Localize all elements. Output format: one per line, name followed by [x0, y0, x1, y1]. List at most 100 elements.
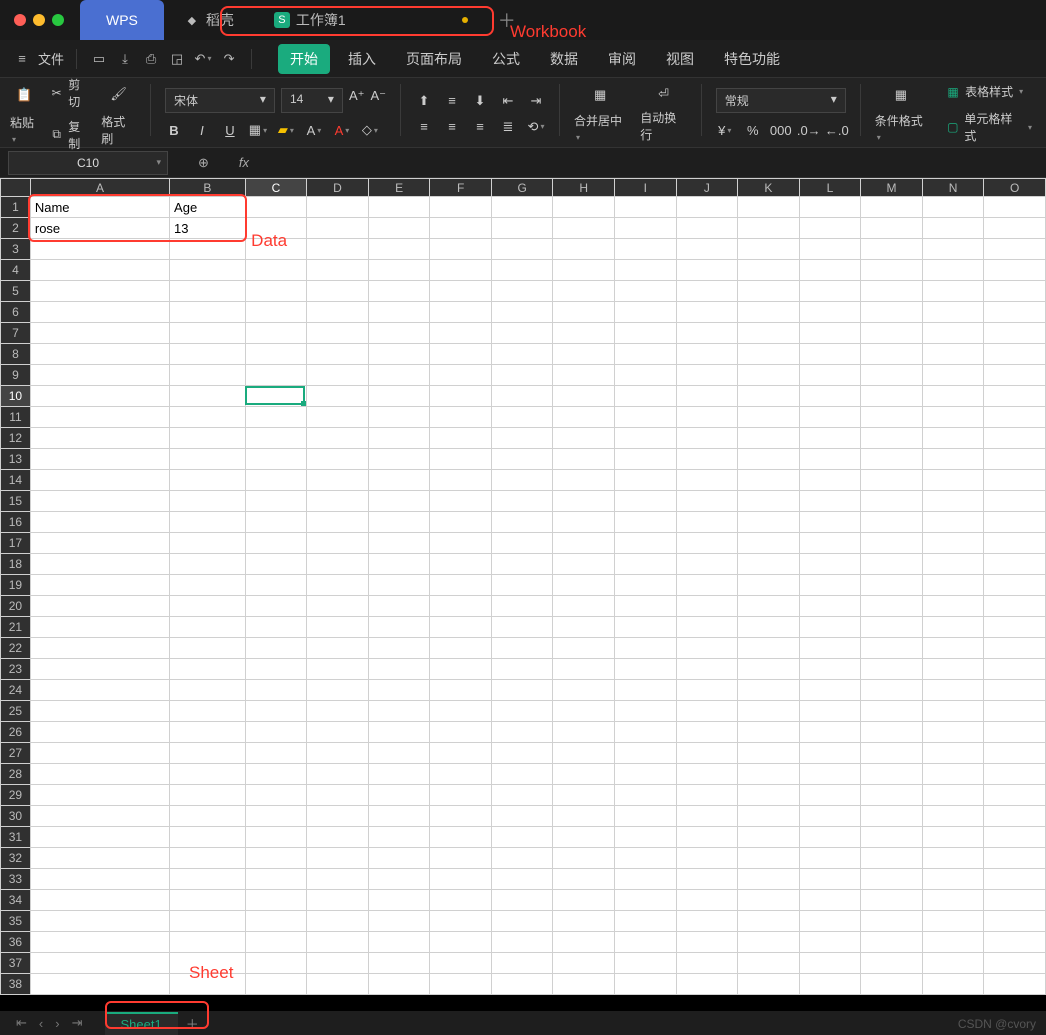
cell-A32[interactable] — [30, 848, 169, 869]
cell-J19[interactable] — [676, 575, 738, 596]
cell-I27[interactable] — [615, 743, 677, 764]
cell-M11[interactable] — [861, 407, 923, 428]
cell-G1[interactable] — [491, 197, 553, 218]
cell-I13[interactable] — [615, 449, 677, 470]
cell-B27[interactable] — [170, 743, 246, 764]
cell-I22[interactable] — [615, 638, 677, 659]
font-size-select[interactable]: 14▾ — [281, 88, 343, 113]
col-header-B[interactable]: B — [170, 179, 246, 197]
tab-home[interactable]: 开始 — [278, 44, 330, 74]
cell-H5[interactable] — [553, 281, 615, 302]
cell-M34[interactable] — [861, 890, 923, 911]
cell-K31[interactable] — [738, 827, 800, 848]
cell-A22[interactable] — [30, 638, 169, 659]
cond-format-button[interactable]: 条件格式 — [875, 112, 927, 143]
cell-H20[interactable] — [553, 596, 615, 617]
row-header-11[interactable]: 11 — [1, 407, 31, 428]
cell-I20[interactable] — [615, 596, 677, 617]
wrap-icon[interactable]: ⏎ — [651, 84, 677, 103]
cell-J4[interactable] — [676, 260, 738, 281]
cell-O34[interactable] — [984, 890, 1046, 911]
comma-icon[interactable]: 000 — [772, 121, 790, 139]
cell-B29[interactable] — [170, 785, 246, 806]
cell-F13[interactable] — [430, 449, 492, 470]
cell-F10[interactable] — [430, 386, 492, 407]
cell-O33[interactable] — [984, 869, 1046, 890]
cell-M27[interactable] — [861, 743, 923, 764]
cell-K21[interactable] — [738, 617, 800, 638]
row-header-30[interactable]: 30 — [1, 806, 31, 827]
cell-I3[interactable] — [615, 239, 677, 260]
cell-E38[interactable] — [368, 974, 430, 995]
cell-K30[interactable] — [738, 806, 800, 827]
cell-I9[interactable] — [615, 365, 677, 386]
cell-C38[interactable] — [245, 974, 307, 995]
cell-L23[interactable] — [799, 659, 861, 680]
cell-I31[interactable] — [615, 827, 677, 848]
sheet-prev-icon[interactable]: ‹ — [33, 1016, 49, 1031]
cell-style-button[interactable]: ▢单元格样式 — [941, 108, 1036, 146]
cell-D11[interactable] — [307, 407, 369, 428]
cell-M23[interactable] — [861, 659, 923, 680]
cell-L20[interactable] — [799, 596, 861, 617]
cell-D3[interactable] — [307, 239, 369, 260]
cell-O8[interactable] — [984, 344, 1046, 365]
file-menu[interactable]: 文件 — [38, 49, 64, 68]
cell-D6[interactable] — [307, 302, 369, 323]
cell-I14[interactable] — [615, 470, 677, 491]
row-header-33[interactable]: 33 — [1, 869, 31, 890]
cell-B3[interactable] — [170, 239, 246, 260]
cell-M12[interactable] — [861, 428, 923, 449]
cell-N1[interactable] — [922, 197, 984, 218]
decimal-inc-icon[interactable]: .0→ — [800, 121, 818, 139]
cell-B7[interactable] — [170, 323, 246, 344]
cell-I4[interactable] — [615, 260, 677, 281]
cell-I12[interactable] — [615, 428, 677, 449]
cell-A30[interactable] — [30, 806, 169, 827]
col-header-A[interactable]: A — [30, 179, 169, 197]
cell-M36[interactable] — [861, 932, 923, 953]
cell-E30[interactable] — [368, 806, 430, 827]
cell-J21[interactable] — [676, 617, 738, 638]
cell-L35[interactable] — [799, 911, 861, 932]
cell-N37[interactable] — [922, 953, 984, 974]
cell-F29[interactable] — [430, 785, 492, 806]
col-header-I[interactable]: I — [615, 179, 677, 197]
cell-D8[interactable] — [307, 344, 369, 365]
cell-D32[interactable] — [307, 848, 369, 869]
cell-O17[interactable] — [984, 533, 1046, 554]
cell-A34[interactable] — [30, 890, 169, 911]
cell-A3[interactable] — [30, 239, 169, 260]
cell-B9[interactable] — [170, 365, 246, 386]
cell-H7[interactable] — [553, 323, 615, 344]
cell-D23[interactable] — [307, 659, 369, 680]
cell-D14[interactable] — [307, 470, 369, 491]
decimal-dec-icon[interactable]: ←.0 — [828, 121, 846, 139]
cell-J12[interactable] — [676, 428, 738, 449]
align-center-icon[interactable]: ≡ — [443, 118, 461, 136]
cell-K29[interactable] — [738, 785, 800, 806]
cell-J13[interactable] — [676, 449, 738, 470]
cell-F16[interactable] — [430, 512, 492, 533]
cell-O3[interactable] — [984, 239, 1046, 260]
cell-H17[interactable] — [553, 533, 615, 554]
cell-F18[interactable] — [430, 554, 492, 575]
cell-N21[interactable] — [922, 617, 984, 638]
cell-E1[interactable] — [368, 197, 430, 218]
cell-D10[interactable] — [307, 386, 369, 407]
cell-E28[interactable] — [368, 764, 430, 785]
row-header-5[interactable]: 5 — [1, 281, 31, 302]
cell-E29[interactable] — [368, 785, 430, 806]
cell-L22[interactable] — [799, 638, 861, 659]
cell-O26[interactable] — [984, 722, 1046, 743]
cell-K12[interactable] — [738, 428, 800, 449]
col-header-N[interactable]: N — [922, 179, 984, 197]
cell-M1[interactable] — [861, 197, 923, 218]
cell-D16[interactable] — [307, 512, 369, 533]
cell-K8[interactable] — [738, 344, 800, 365]
cell-M32[interactable] — [861, 848, 923, 869]
cell-H15[interactable] — [553, 491, 615, 512]
cell-F33[interactable] — [430, 869, 492, 890]
copy-button[interactable]: ⧉复制 — [45, 116, 95, 154]
cell-M22[interactable] — [861, 638, 923, 659]
